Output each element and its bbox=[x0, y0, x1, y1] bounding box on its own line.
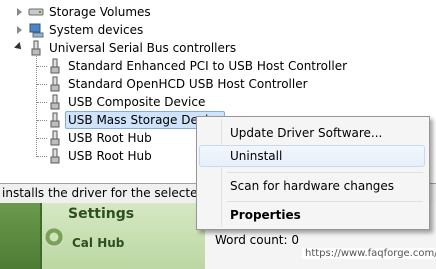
tree-item-usb-child[interactable]: Standard Enhanced PCI to USB Host Contro… bbox=[0, 57, 347, 75]
tree-item-usb-child[interactable]: USB Composite Device bbox=[0, 93, 330, 111]
tree-item-label: Storage Volumes bbox=[49, 5, 151, 19]
menu-item-properties[interactable]: Properties bbox=[199, 204, 425, 226]
tree-item-label: Standard OpenHCD USB Host Controller bbox=[68, 77, 308, 91]
tree-item-label: USB Root Hub bbox=[68, 149, 152, 163]
system-devices-icon bbox=[29, 23, 44, 38]
word-count: Word count: 0 bbox=[215, 233, 300, 247]
tree-connector-line bbox=[37, 156, 47, 157]
usb-connector-icon bbox=[50, 112, 60, 128]
tree-connector-line bbox=[37, 84, 47, 85]
tree-item-usb-child[interactable]: Standard OpenHCD USB Host Controller bbox=[0, 75, 330, 93]
usb-connector-icon bbox=[31, 40, 41, 56]
usb-connector-icon bbox=[50, 76, 60, 92]
tree-connector-line bbox=[37, 138, 47, 139]
menu-item-label: Properties bbox=[230, 208, 301, 222]
settings-title: Settings bbox=[68, 206, 135, 222]
usb-connector-icon bbox=[50, 148, 60, 164]
tree-item-usb-controllers[interactable]: Universal Serial Bus controllers bbox=[0, 39, 240, 57]
collapse-arrow-icon[interactable] bbox=[14, 42, 24, 52]
tree-connector-line bbox=[37, 66, 47, 67]
menu-item-label: Scan for hardware changes bbox=[230, 179, 395, 193]
tree-item-label: Standard Enhanced PCI to USB Host Contro… bbox=[68, 59, 348, 73]
tree-connector-line bbox=[37, 120, 47, 121]
expand-arrow-icon[interactable] bbox=[17, 8, 22, 16]
tree-item-label: USB Composite Device bbox=[68, 95, 206, 109]
tree-connector-line bbox=[37, 102, 47, 103]
menu-item-update-driver[interactable]: Update Driver Software... bbox=[199, 122, 425, 144]
usb-connector-icon bbox=[50, 130, 60, 146]
menu-separator bbox=[227, 172, 423, 173]
tree-item-system-devices[interactable]: System devices bbox=[0, 21, 200, 39]
tree-item-label: USB Root Hub bbox=[68, 131, 152, 145]
usb-connector-icon bbox=[50, 94, 60, 110]
gear-icon bbox=[44, 227, 64, 247]
hub-label: Cal Hub bbox=[72, 236, 125, 250]
menu-item-label: Uninstall bbox=[230, 149, 283, 163]
tree-item-label: Universal Serial Bus controllers bbox=[49, 41, 237, 55]
storage-volume-icon bbox=[28, 8, 44, 16]
tree-item-storage-volumes[interactable]: Storage Volumes bbox=[0, 3, 200, 21]
usb-connector-icon bbox=[50, 58, 60, 74]
menu-separator bbox=[227, 201, 423, 202]
menu-item-uninstall[interactable]: Uninstall bbox=[199, 145, 425, 167]
menu-item-label: Update Driver Software... bbox=[230, 126, 383, 140]
expand-arrow-icon[interactable] bbox=[17, 26, 22, 34]
context-menu: Update Driver Software... Uninstall Scan… bbox=[196, 116, 430, 230]
tree-item-label: System devices bbox=[49, 23, 144, 37]
menu-item-scan-hardware[interactable]: Scan for hardware changes bbox=[199, 175, 425, 197]
watermark-text: https://www.faqforge.com/ bbox=[302, 248, 436, 259]
